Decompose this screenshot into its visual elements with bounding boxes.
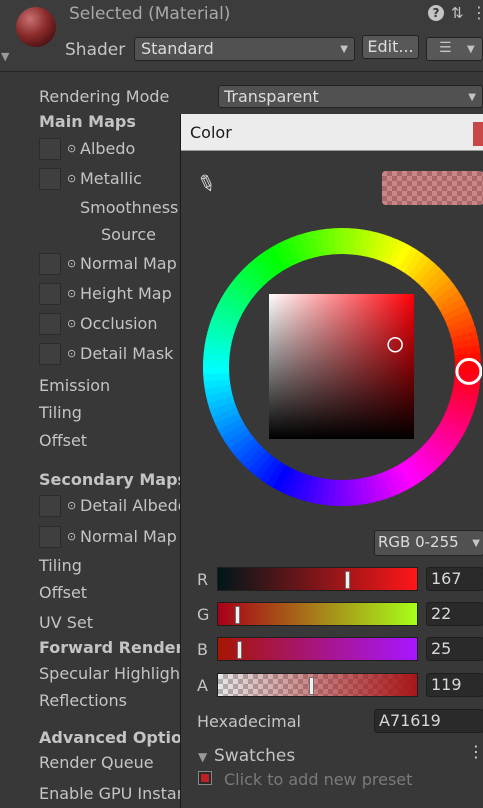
detail-mask-texture-slot[interactable] [39, 343, 61, 365]
material-preview-sphere [16, 7, 56, 47]
shader-dropdown[interactable]: Standard ▼ [134, 37, 355, 61]
blue-slider[interactable] [217, 637, 418, 661]
source-label: Source [101, 225, 156, 244]
target-icon[interactable]: ⊙ [67, 499, 76, 512]
preset-color-chip [201, 774, 209, 782]
green-slider[interactable] [217, 602, 418, 626]
smoothness-label: Smoothness [80, 198, 179, 217]
color-mode-value: RGB 0-255 [378, 533, 459, 551]
alpha-gradient [218, 674, 417, 696]
secondary-maps-header: Secondary Maps [39, 470, 188, 489]
presets-icon[interactable]: ⇅ [451, 4, 464, 22]
red-channel-label: R [197, 570, 209, 589]
tiling-label: Tiling [39, 403, 82, 422]
rendering-mode-label: Rendering Mode [39, 87, 170, 106]
color-picker-titlebar[interactable]: Color [181, 114, 483, 151]
red-value-field[interactable]: 167 [426, 567, 483, 591]
reflections-label: Reflections [39, 691, 127, 710]
secondary-normal-map-texture-slot[interactable] [39, 526, 61, 548]
detail-albedo-label: Detail Albedo [80, 496, 188, 515]
chevron-down-icon: ▼ [340, 44, 348, 55]
target-icon[interactable]: ⊙ [67, 172, 76, 185]
add-preset-icon[interactable] [198, 771, 212, 785]
metallic-label: Metallic [80, 169, 142, 188]
add-preset-hint[interactable]: Click to add new preset [224, 770, 412, 789]
color-preview-fill [382, 171, 483, 205]
height-map-texture-slot[interactable] [39, 283, 61, 305]
shader-label: Shader [65, 40, 126, 60]
alpha-channel-label: A [197, 676, 208, 695]
chevron-down-icon: ▼ [467, 44, 475, 55]
advanced-options-header: Advanced Options [39, 728, 203, 747]
foldout-arrow-icon[interactable]: ▼ [1, 50, 9, 63]
metallic-texture-slot[interactable] [39, 168, 61, 190]
alpha-value-field[interactable]: 119 [426, 673, 483, 697]
alpha-slider-handle[interactable] [309, 677, 314, 695]
detail-albedo-texture-slot[interactable] [39, 495, 61, 517]
occlusion-label: Occlusion [80, 314, 158, 333]
color-mode-dropdown[interactable]: RGB 0-255 ▼ [374, 530, 483, 556]
red-slider-handle[interactable] [345, 571, 350, 589]
hue-wheel[interactable] [192, 213, 482, 513]
chevron-down-icon: ▼ [472, 538, 480, 549]
red-slider[interactable] [217, 567, 418, 591]
target-icon[interactable]: ⊙ [67, 142, 76, 155]
value-gradient [269, 294, 414, 439]
albedo-label: Albedo [80, 139, 136, 158]
green-slider-handle[interactable] [235, 606, 240, 624]
blue-channel-label: B [197, 640, 208, 659]
color-picker-title: Color [190, 123, 232, 142]
alpha-slider[interactable] [217, 673, 418, 697]
green-value-field[interactable]: 22 [426, 602, 483, 626]
list-icon: ☰ [439, 40, 452, 56]
edit-shader-button[interactable]: Edit... [362, 35, 419, 59]
help-icon[interactable]: ? [428, 5, 444, 21]
normal-map-label: Normal Map [80, 254, 177, 273]
normal-map-texture-slot[interactable] [39, 253, 61, 275]
render-queue-label: Render Queue [39, 753, 154, 772]
occlusion-texture-slot[interactable] [39, 313, 61, 335]
main-maps-header: Main Maps [39, 112, 136, 131]
albedo-texture-slot[interactable] [39, 138, 61, 160]
rendering-mode-dropdown[interactable]: Transparent ▼ [218, 85, 483, 108]
target-icon[interactable]: ⊙ [67, 530, 76, 543]
blue-slider-handle[interactable] [237, 641, 242, 659]
uv-set-label: UV Set [39, 613, 94, 632]
hexadecimal-label: Hexadecimal [197, 712, 301, 731]
eyedropper-icon[interactable]: ✎ [193, 170, 219, 200]
rendering-mode-value: Transparent [224, 87, 319, 106]
swatches-menu-icon[interactable]: ⋮ [468, 742, 483, 761]
color-picker-window: Color ✎ RGB 0-255 ▼ R 167 G 22 B 25 A 11… [180, 114, 483, 808]
target-icon[interactable]: ⊙ [67, 317, 76, 330]
secondary-offset-label: Offset [39, 583, 88, 602]
chevron-down-icon: ▼ [468, 92, 476, 103]
detail-mask-label: Detail Mask [80, 344, 174, 363]
target-icon[interactable]: ⊙ [67, 257, 76, 270]
shader-value: Standard [141, 39, 214, 58]
green-channel-label: G [197, 605, 210, 624]
shader-options-button[interactable]: ☰ ▼ [426, 37, 483, 61]
close-button[interactable] [473, 122, 483, 146]
height-map-label: Height Map [80, 284, 172, 303]
offset-label: Offset [39, 431, 88, 450]
inspector-header: ▼ Selected (Material) ? ⇅ ⋮ Shader Stand… [0, 0, 483, 72]
kebab-menu-icon[interactable]: ⋮ [471, 3, 483, 22]
secondary-tiling-label: Tiling [39, 556, 82, 575]
selection-title: Selected (Material) [69, 4, 231, 24]
target-icon[interactable]: ⊙ [67, 347, 76, 360]
specular-highlights-label: Specular Highlights [39, 664, 195, 683]
blue-value-field[interactable]: 25 [426, 637, 483, 661]
hexadecimal-field[interactable]: A71619 [374, 709, 483, 733]
swatches-foldout-icon[interactable]: ▼ [198, 750, 207, 764]
secondary-normal-map-label: Normal Map [80, 527, 177, 546]
emission-label: Emission [39, 376, 111, 395]
color-preview-swatch [382, 171, 483, 205]
swatches-label[interactable]: Swatches [214, 746, 295, 766]
target-icon[interactable]: ⊙ [67, 287, 76, 300]
